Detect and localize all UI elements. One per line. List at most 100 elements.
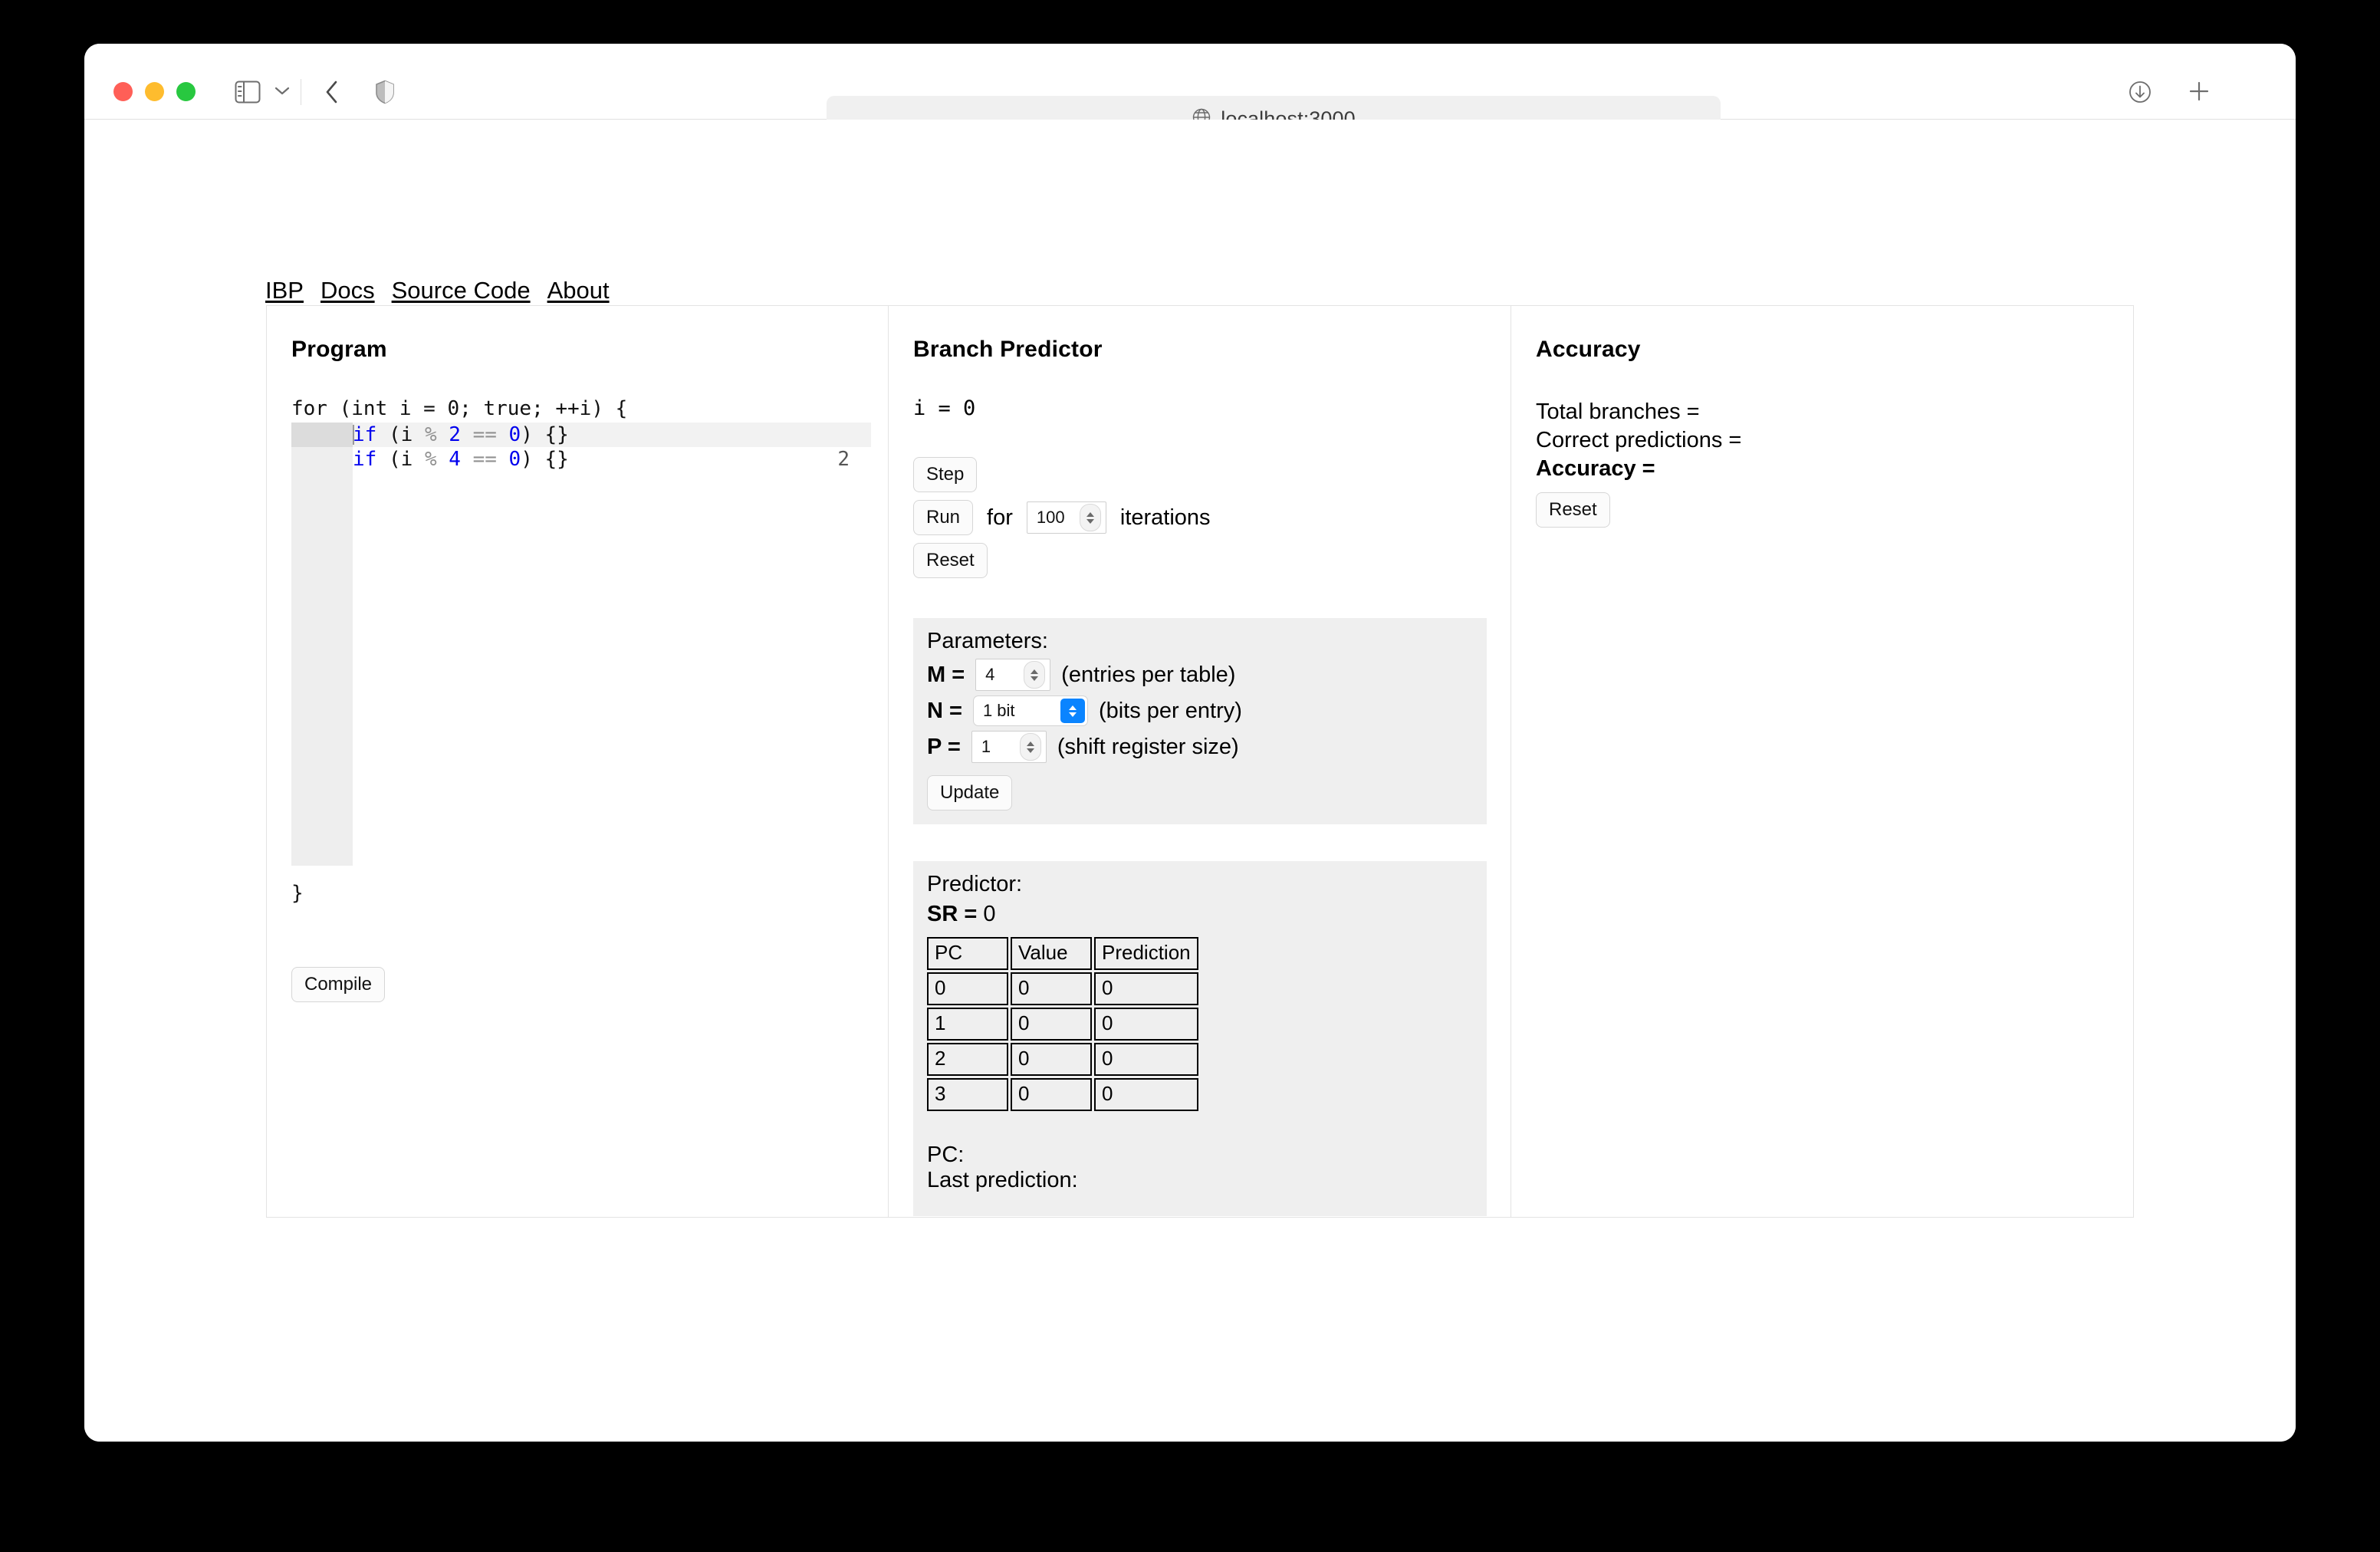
iteration-counter: i = 0: [913, 396, 976, 420]
param-n-value: 1 bit: [982, 701, 1015, 720]
param-m-input[interactable]: 4: [975, 659, 1051, 691]
shield-icon[interactable]: [374, 79, 396, 105]
panels-container: Program for (int i = 0; true; ++i) { 1 2…: [266, 305, 2134, 1218]
code-line-1[interactable]: if (i % 2 == 0) {}: [353, 423, 871, 447]
cell-pc: 3: [927, 1078, 1008, 1111]
param-row-p: P = 1 (shift register size): [927, 731, 1473, 763]
iterations-value: 100: [1036, 508, 1065, 527]
cell-pc: 0: [927, 972, 1008, 1005]
chevron-down-icon[interactable]: [1086, 518, 1094, 524]
chevron-down-icon[interactable]: [1031, 676, 1039, 681]
cell-value: 0: [1011, 972, 1092, 1005]
predictor-reset-button[interactable]: Reset: [913, 543, 988, 578]
plus-icon[interactable]: [2187, 79, 2211, 104]
correct-predictions-line: Correct predictions =: [1536, 428, 1742, 452]
current-pc-line: PC:: [927, 1143, 965, 1167]
line-number-gutter: [291, 423, 353, 866]
param-m-note: (entries per table): [1061, 662, 1236, 687]
code-token: ) {}: [521, 448, 569, 471]
page-content: IBP Docs Source Code About Program for (…: [84, 120, 2296, 1442]
run-button[interactable]: Run: [913, 500, 974, 535]
code-editor-body[interactable]: 1 2 if (i % 2 == 0) {} if (i % 4 == 0) {…: [291, 423, 871, 905]
code-token: %: [424, 423, 437, 446]
table-row: 0 0 0: [927, 972, 1198, 1005]
chevron-down-icon[interactable]: [1026, 748, 1034, 753]
param-m-value: 4: [985, 665, 995, 684]
close-window-button[interactable]: [113, 82, 133, 101]
iterations-label: iterations: [1119, 505, 1211, 530]
param-row-n: N = 1 bit (bits per entry): [927, 695, 1473, 726]
column-header-value: Value: [1011, 937, 1092, 970]
minimize-window-button[interactable]: [145, 82, 164, 101]
code-token: (i: [376, 423, 425, 446]
predictor-state-box: Predictor: SR = 0 PC Value Prediction 0 …: [913, 861, 1487, 1216]
shift-register-value: 0: [983, 902, 996, 926]
active-line-gutter-cell: [291, 423, 353, 447]
code-token: 2: [449, 423, 461, 446]
code-token: 0: [508, 448, 521, 471]
iterations-stepper[interactable]: [1079, 504, 1101, 531]
accuracy-panel-title: Accuracy: [1536, 337, 1641, 362]
cell-value: 0: [1011, 1008, 1092, 1041]
cell-value: 0: [1011, 1078, 1092, 1111]
update-button[interactable]: Update: [927, 775, 1013, 811]
maximize-window-button[interactable]: [176, 82, 196, 101]
table-header-row: PC Value Prediction: [927, 937, 1198, 970]
browser-toolbar: localhost:3000: [84, 44, 2296, 142]
window-controls: [113, 82, 196, 101]
param-row-m: M = 4 (entries per table): [927, 659, 1473, 691]
code-token: ==: [472, 448, 497, 471]
chevron-up-icon[interactable]: [1068, 705, 1077, 710]
accuracy-stats: Total branches = Correct predictions = A…: [1536, 400, 2109, 528]
nav-link-docs[interactable]: Docs: [321, 277, 375, 304]
param-n-note: (bits per entry): [1098, 698, 1242, 723]
accuracy-reset-button[interactable]: Reset: [1536, 492, 1610, 528]
branch-predictor-panel-title: Branch Predictor: [913, 337, 1103, 362]
param-p-label: P =: [927, 734, 961, 759]
code-header-line: for (int i = 0; true; ++i) {: [291, 397, 628, 420]
param-n-select[interactable]: 1 bit: [972, 695, 1088, 726]
program-panel: Program for (int i = 0; true; ++i) { 1 2…: [266, 305, 889, 1218]
chevron-down-icon[interactable]: [272, 79, 292, 102]
predictor-table: PC Value Prediction 0 0 0 1 0 0 2 0 0 3 …: [925, 935, 1201, 1113]
iterations-input[interactable]: 100: [1026, 501, 1106, 534]
chevron-up-icon[interactable]: [1031, 669, 1039, 674]
param-p-note: (shift register size): [1057, 734, 1239, 759]
sidebar-toggle-icon[interactable]: [234, 79, 261, 105]
compile-button[interactable]: Compile: [291, 967, 386, 1002]
predictor-heading: Predictor:: [927, 872, 1023, 896]
total-branches-line: Total branches =: [1536, 400, 1700, 424]
chevron-up-icon[interactable]: [1026, 741, 1034, 746]
code-editor[interactable]: for (int i = 0; true; ++i) { 1 2 if (i %…: [291, 396, 871, 905]
nav-link-ibp[interactable]: IBP: [265, 277, 304, 304]
chevron-down-icon[interactable]: [1068, 712, 1077, 717]
cell-prediction: 0: [1094, 1008, 1198, 1041]
parameters-box: Parameters: M = 4 (entries per table) N …: [913, 618, 1487, 824]
nav-link-source-code[interactable]: Source Code: [392, 277, 531, 304]
step-button[interactable]: Step: [913, 457, 978, 492]
code-token: 0: [508, 423, 521, 446]
back-arrow-icon[interactable]: [322, 79, 342, 105]
cell-prediction: 0: [1094, 1078, 1198, 1111]
shift-register-line: SR = 0: [927, 902, 1473, 927]
table-row: 2 0 0: [927, 1043, 1198, 1076]
cell-pc: 2: [927, 1043, 1008, 1076]
code-footer-line: }: [291, 882, 304, 905]
nav-link-about[interactable]: About: [547, 277, 610, 304]
chevron-up-icon[interactable]: [1086, 511, 1094, 517]
download-icon[interactable]: [2127, 79, 2153, 105]
param-m-stepper[interactable]: [1024, 661, 1046, 689]
select-stepper-button[interactable]: [1060, 699, 1085, 723]
code-token: ==: [472, 423, 497, 446]
run-control-row: Run for 100 iterations: [913, 500, 1486, 535]
step-control-row: Step: [913, 457, 1486, 492]
param-p-input[interactable]: 1: [971, 731, 1047, 763]
code-token: %: [424, 448, 437, 471]
param-p-stepper[interactable]: [1019, 733, 1041, 761]
code-line-2[interactable]: if (i % 4 == 0) {}: [353, 447, 871, 472]
